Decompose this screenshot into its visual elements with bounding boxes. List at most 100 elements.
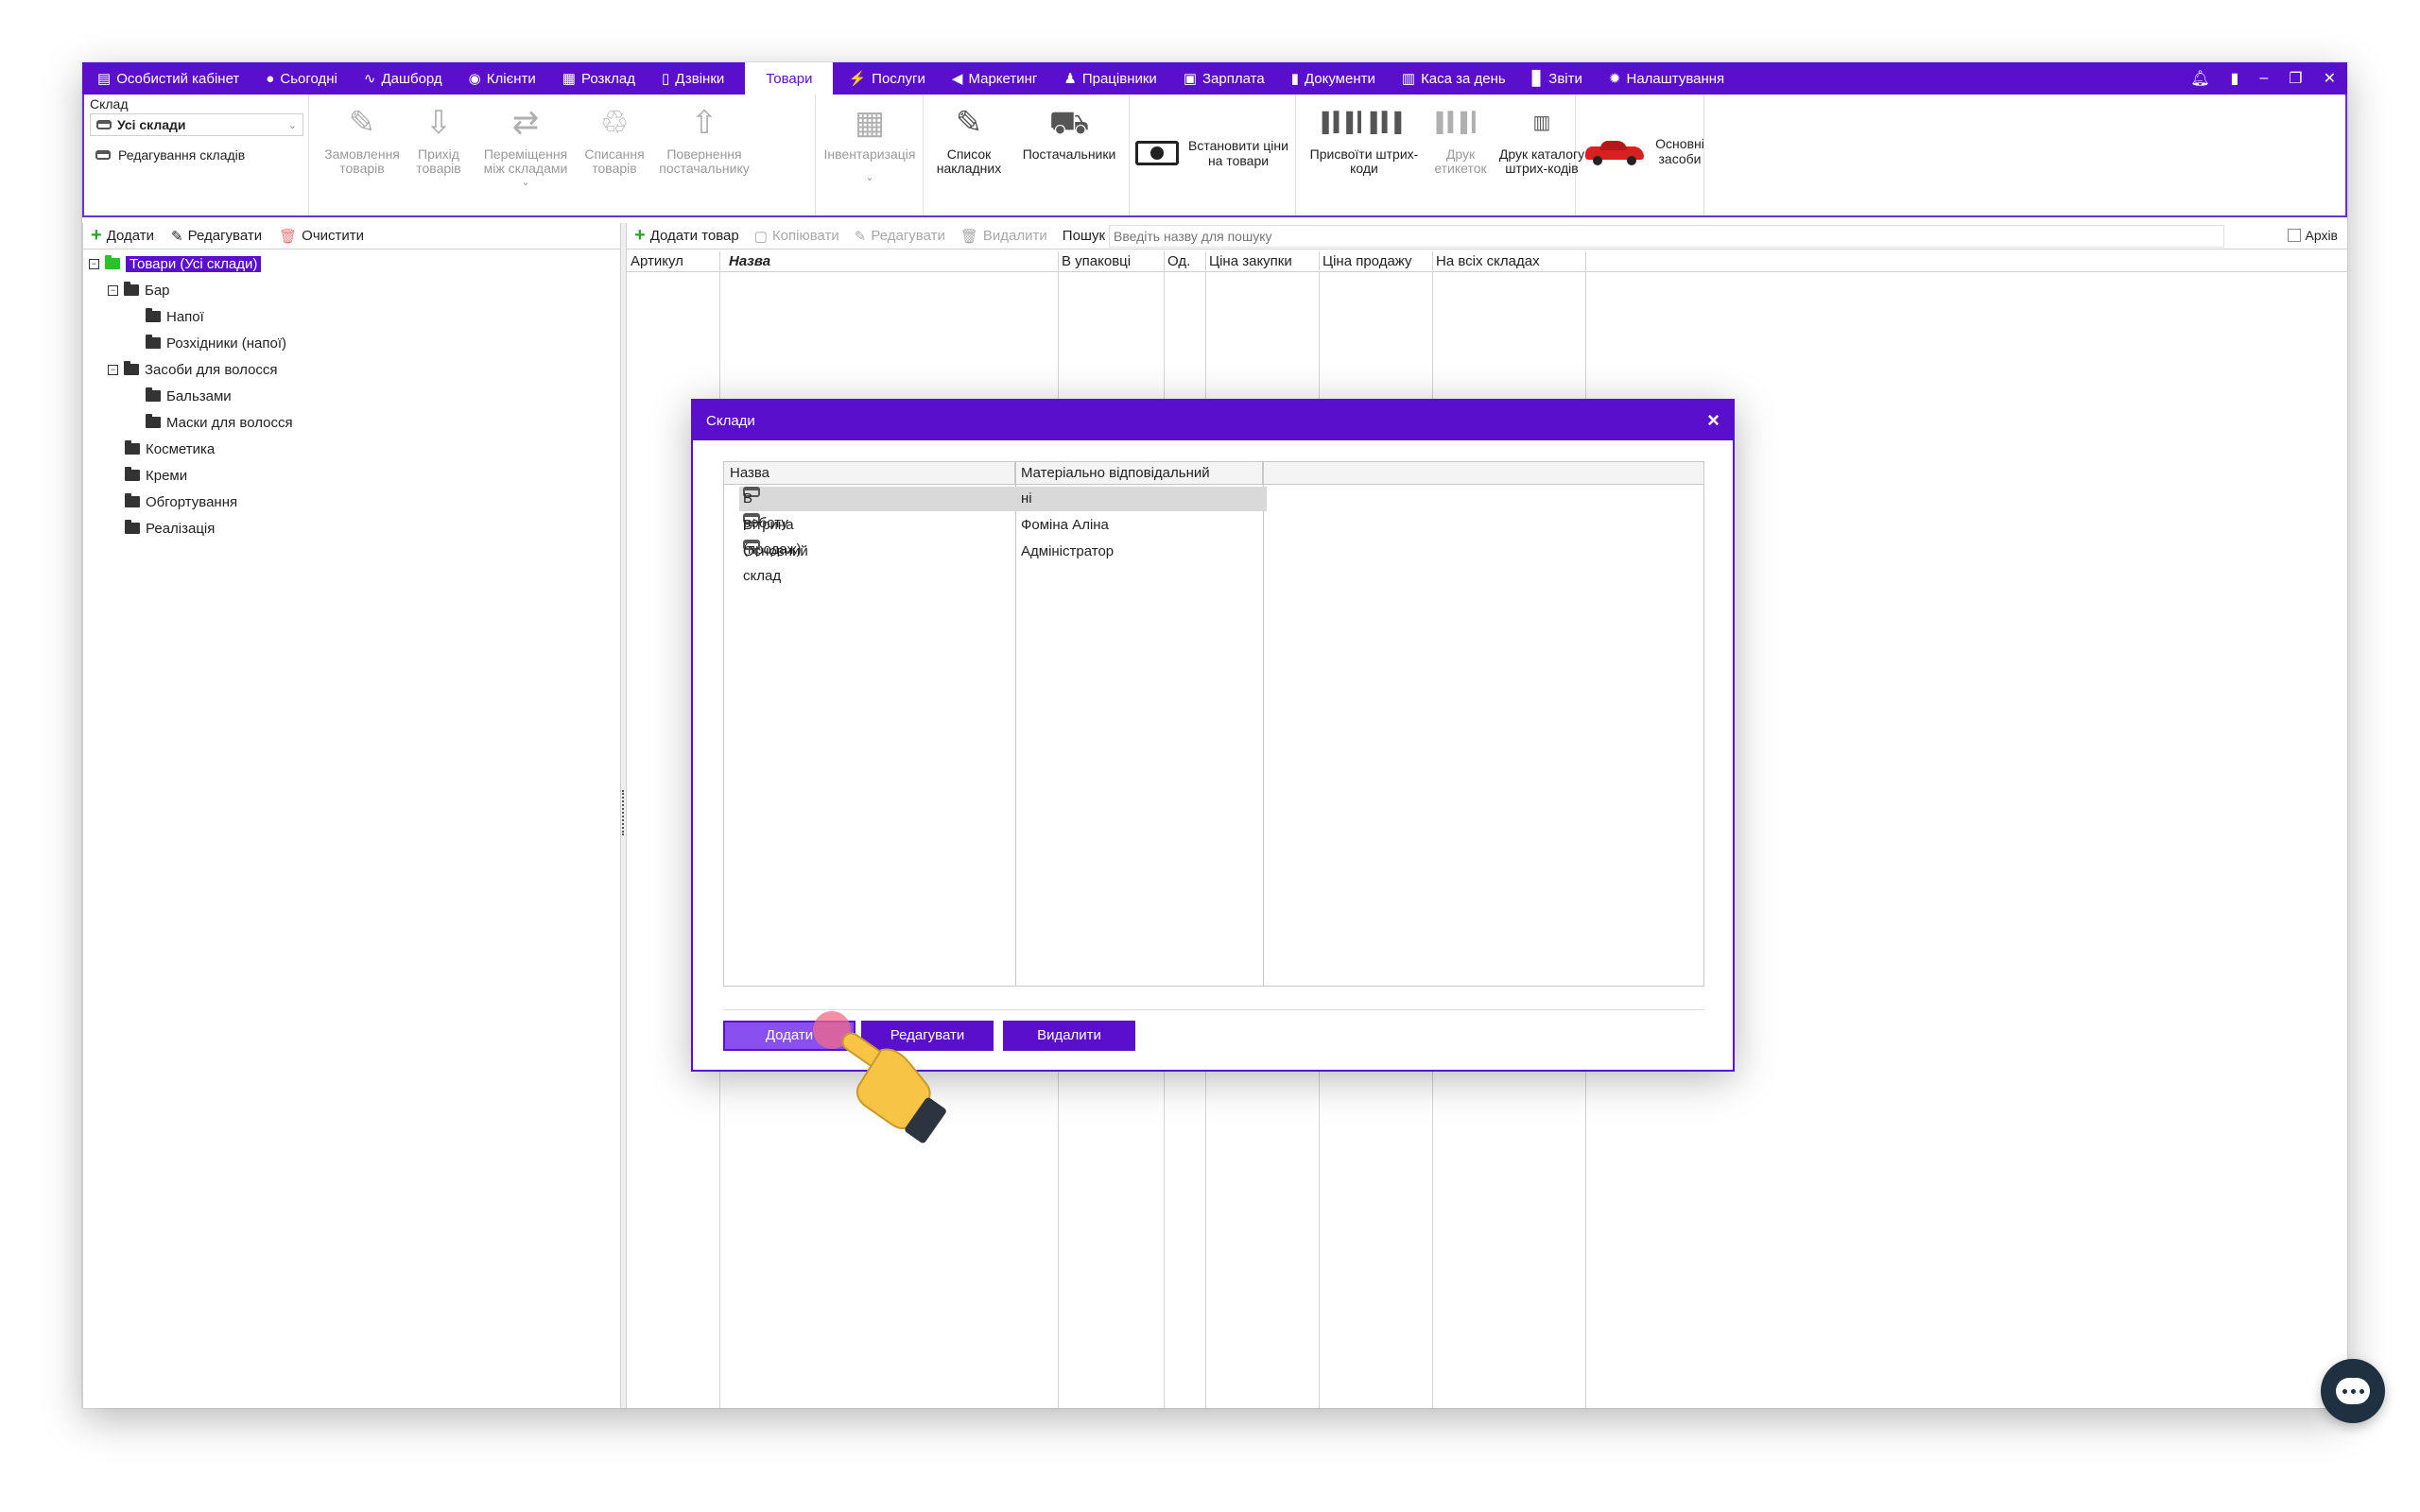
checkbox-icon[interactable] xyxy=(2288,229,2302,242)
tree-item-drinks[interactable]: Напої xyxy=(146,306,204,327)
col-article[interactable]: Артикул xyxy=(627,251,719,272)
minimize-icon[interactable]: – xyxy=(2259,70,2268,87)
close-icon[interactable]: ✕ xyxy=(2324,69,2336,88)
col-unit[interactable]: Од. xyxy=(1164,251,1205,272)
category-toolbar: + Додати ✎ Редагувати 🗑︎ Очистити xyxy=(83,223,620,249)
nav-marketing[interactable]: ◀ Маркетинг xyxy=(937,62,1048,94)
col-per-pack[interactable]: В упаковці xyxy=(1058,251,1164,272)
folder-icon xyxy=(125,467,140,481)
set-prices-button[interactable]: Встановити ціни на товари xyxy=(1135,138,1290,168)
edit-warehouse-button[interactable]: Редагувати xyxy=(861,1021,994,1051)
col-all-warehouses[interactable]: На всіх складах xyxy=(1432,251,1585,272)
warehouse-tray-icon xyxy=(96,120,112,129)
nav-services[interactable]: ⚡ Послуги xyxy=(833,62,936,94)
window-controls: 🔔︎ ▮ – ❐ ✕ xyxy=(2190,62,2336,94)
writeoff-button[interactable]: ♲ Списання товарів xyxy=(581,102,648,176)
invoice-list-button[interactable]: ✎ Список накладних xyxy=(929,102,1009,176)
move-between-warehouses-button[interactable]: ⇄ Переміщення між складами ⌄ xyxy=(474,102,578,190)
col-purchase-price[interactable]: Ціна закупки xyxy=(1205,251,1319,272)
nav-employees[interactable]: ♟ Працівники xyxy=(1048,62,1167,94)
assign-barcodes-button[interactable]: ▌▍▌▎▌▍▌ Присвоїти штрих-коди xyxy=(1300,102,1428,176)
collapse-icon[interactable]: − xyxy=(108,364,118,375)
row-responsible: ні xyxy=(1021,490,1032,507)
pencil-icon: ✎ xyxy=(348,104,376,141)
nav-products[interactable]: Товари xyxy=(745,62,834,94)
col-responsible[interactable]: Матеріально відповідальний xyxy=(1015,462,1263,485)
folder-icon xyxy=(124,361,139,375)
clear-category-button[interactable]: 🗑︎ Очистити xyxy=(279,228,364,245)
print-labels-button[interactable]: ▌▍▌▎ Друк етикеток xyxy=(1430,102,1491,176)
collapse-icon[interactable]: − xyxy=(108,284,118,296)
nav-documents[interactable]: ▮ Документи xyxy=(1276,62,1387,94)
chat-bubble-icon xyxy=(2336,1378,2370,1404)
inventory-button[interactable]: ▦ Інвентаризація ⌄ xyxy=(820,102,920,185)
col-name[interactable]: Назва xyxy=(724,462,1015,485)
edit-warehouses-button[interactable]: Редагування складів xyxy=(95,147,245,163)
warehouse-tray-icon xyxy=(95,150,111,160)
tree-item-bar[interactable]: − Бар xyxy=(108,280,170,301)
calculator-icon: ▦ xyxy=(854,104,886,141)
order-products-button[interactable]: ✎ Замовлення товарів xyxy=(319,102,406,176)
money-icon: ▣ xyxy=(1183,70,1197,87)
tree-item-creams[interactable]: Креми xyxy=(125,465,187,486)
add-category-button[interactable]: + Додати xyxy=(91,225,154,247)
suppliers-button[interactable]: ⛟ Постачальники xyxy=(1014,102,1124,162)
add-product-button[interactable]: + Додати товар xyxy=(634,225,739,247)
nav-settings[interactable]: ✹ Налаштування xyxy=(1594,62,1736,94)
edit-product-button[interactable]: ✎ Редагувати xyxy=(855,228,945,245)
user-circle-icon: ◉ xyxy=(468,70,481,87)
tree-root[interactable]: − Товари (Усі склади) xyxy=(89,253,262,274)
nav-calls[interactable]: ▯ Дзвінки xyxy=(647,62,735,94)
nav-cash-day[interactable]: ▥ Каса за день xyxy=(1387,62,1517,94)
close-icon[interactable]: × xyxy=(1707,408,1720,433)
nav-personal-cabinet[interactable]: ▤ Особистий кабінет xyxy=(82,62,251,94)
nav-salary[interactable]: ▣ Зарплата xyxy=(1168,62,1276,94)
delete-product-button[interactable]: 🗑︎ Видалити xyxy=(960,228,1047,245)
nav-today[interactable]: ● Сьогодні xyxy=(251,62,349,94)
tree-item-sales[interactable]: Реалізація xyxy=(125,518,215,539)
col-sale-price[interactable]: Ціна продажу xyxy=(1319,251,1432,272)
chat-button[interactable] xyxy=(2321,1359,2385,1423)
search-input[interactable] xyxy=(1109,224,2225,248)
table-row[interactable]: Вітрина (продаж) Фоміна Аліна xyxy=(739,513,1267,558)
dialog-divider xyxy=(723,1009,1704,1010)
bell-icon[interactable]: 🔔︎ xyxy=(2190,69,2209,88)
tree-item-wraps[interactable]: Обгортування xyxy=(125,491,237,512)
category-panel: + Додати ✎ Редагувати 🗑︎ Очистити − Товари (… xyxy=(82,223,621,1408)
lock-icon[interactable]: ▮ xyxy=(2231,69,2239,88)
restore-icon[interactable]: ❐ xyxy=(2289,69,2302,88)
category-tree: − Товари (Усі склади) − Бар Напої Розхідни… xyxy=(83,249,620,537)
edit-category-button[interactable]: ✎ Редагувати xyxy=(171,228,262,245)
delete-warehouse-button[interactable]: Видалити xyxy=(1003,1021,1135,1051)
truck-icon: ⛟ xyxy=(1048,104,1090,141)
copy-product-button[interactable]: ▢ Копіювати xyxy=(754,228,839,245)
fixed-assets-button[interactable]: Основні засоби xyxy=(1585,136,1708,166)
folder-icon xyxy=(146,335,161,349)
nav-reports[interactable]: ▊ Звіти xyxy=(1517,62,1594,94)
folder-icon xyxy=(146,387,161,402)
table-row[interactable]: В роботу ні xyxy=(739,487,1267,531)
trash-icon: 🗑︎ xyxy=(279,228,298,245)
nav-clients[interactable]: ◉ Клієнти xyxy=(454,62,547,94)
nav-schedule[interactable]: ▦ Розклад xyxy=(547,62,647,94)
tree-item-hair[interactable]: − Засоби для волосся xyxy=(108,359,278,380)
tree-item-masks[interactable]: Маски для волосся xyxy=(146,412,293,433)
col-name[interactable]: Назва xyxy=(719,251,1058,272)
products-toolbar: + Додати товар ▢ Копіювати ✎ Редагувати 🗑︎ В… xyxy=(627,223,2347,249)
receipt-button[interactable]: ⇩ Прихід товарів xyxy=(407,102,470,176)
table-row[interactable]: Основний склад Адміністратор xyxy=(739,540,1267,584)
nav-dashboard[interactable]: ∿ Дашборд xyxy=(349,62,454,94)
tree-item-drinks-retail[interactable]: Розхідники (напої) xyxy=(146,333,286,353)
tree-item-cosmetics[interactable]: Косметика xyxy=(125,438,215,459)
archive-checkbox[interactable]: Архів xyxy=(2288,228,2338,243)
warehouse-select[interactable]: Усі склади ⌄ xyxy=(90,113,303,136)
chevron-down-icon: ⌄ xyxy=(521,177,530,188)
row-responsible: Фоміна Аліна xyxy=(1021,517,1109,533)
add-warehouse-button[interactable]: Додати xyxy=(723,1021,856,1051)
warehouse-label: Склад xyxy=(90,96,129,112)
tree-item-balms[interactable]: Бальзами xyxy=(146,386,232,406)
gear-icon: ✹ xyxy=(1608,70,1621,87)
return-supplier-button[interactable]: ⇧ Повернення постачальнику xyxy=(651,102,757,176)
collapse-icon[interactable]: − xyxy=(89,258,99,269)
folder-icon xyxy=(125,493,140,507)
